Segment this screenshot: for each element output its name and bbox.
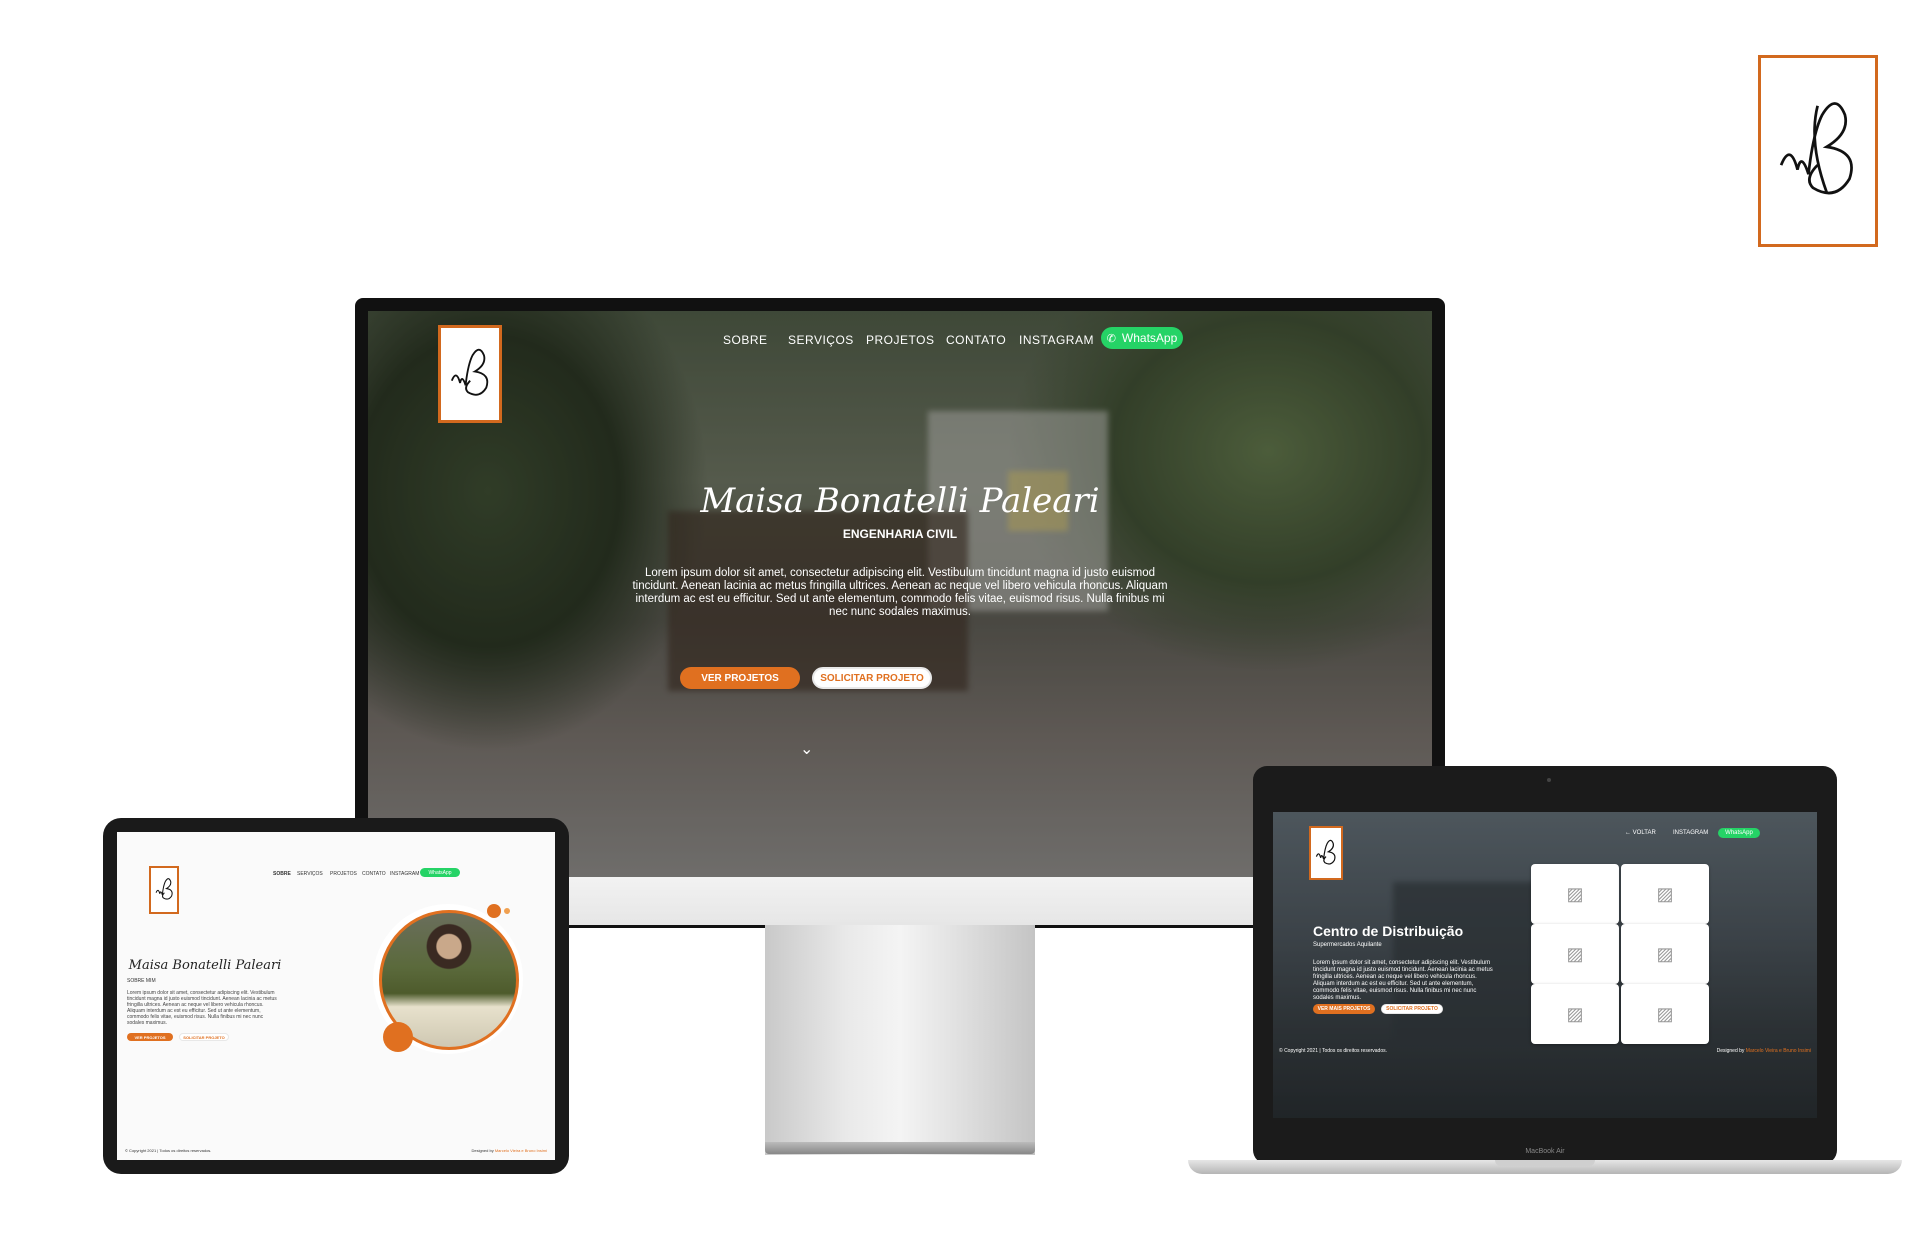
hero-name: Maisa Bonatelli Paleari (700, 481, 1100, 521)
whatsapp-button[interactable]: ✆ WhatsApp (1101, 327, 1183, 349)
site-logo[interactable] (1309, 826, 1343, 880)
whatsapp-button[interactable]: WhatsApp (1718, 828, 1760, 838)
whatsapp-button[interactable]: WhatsApp (420, 868, 460, 877)
project-thumbnail[interactable]: ▨ (1531, 864, 1619, 924)
site-logo[interactable] (438, 325, 502, 423)
laptop-notch (1495, 1160, 1595, 1166)
solicitar-projeto-button[interactable]: SOLICITAR PROJETO (812, 667, 932, 689)
hero-description: Lorem ipsum dolor sit amet, consectetur … (632, 567, 1168, 618)
footer-credits: Designed by Marcelo Vieira e Bruno Insim… (1716, 1048, 1811, 1054)
decor-circle (383, 1022, 413, 1052)
whatsapp-icon: ✆ (1106, 332, 1116, 345)
project-thumbnail[interactable]: ▨ (1531, 984, 1619, 1044)
nav-instagram[interactable]: INSTAGRAM (390, 871, 419, 877)
footer-copyright: © Copyright 2021 | Todos os direitos res… (125, 1148, 212, 1153)
monitor-foot (765, 1142, 1035, 1154)
project-client: Supermercados Aquilante (1313, 942, 1382, 948)
chevron-down-icon[interactable]: ⌄ (800, 739, 813, 759)
nav-projetos[interactable]: PROJETOS (866, 333, 934, 347)
nav-sobre[interactable]: SOBRE (723, 333, 768, 347)
decor-circle (504, 908, 510, 914)
nav-instagram[interactable]: INSTAGRAM (1019, 333, 1094, 347)
hero-subtitle: ENGENHARIA CIVIL (842, 527, 958, 541)
image-placeholder-icon: ▨ (1566, 1003, 1584, 1024)
signature-logo-icon (1780, 101, 1854, 194)
device-label: MacBook Air (1525, 1148, 1565, 1155)
nav-servicos[interactable]: SERVIÇOS (297, 871, 323, 877)
corner-logo (1758, 55, 1878, 247)
ver-mais-projetos-button[interactable]: VER MAIS PROJETOS (1313, 1004, 1375, 1014)
nav-contato[interactable]: CONTATO (362, 871, 386, 877)
image-placeholder-icon: ▨ (1656, 883, 1674, 904)
nav-projetos[interactable]: PROJETOS (330, 871, 357, 877)
laptop-screen: ← VOLTAR INSTAGRAM WhatsApp Centro de Di… (1273, 812, 1817, 1118)
ver-projetos-button[interactable]: VER PROJETOS (127, 1033, 173, 1041)
signature-logo-icon (1315, 839, 1336, 865)
site-logo[interactable] (149, 866, 179, 914)
about-section-label: SOBRE MIM (127, 978, 156, 984)
project-title: Centro de Distribuição (1313, 923, 1464, 939)
nav-voltar[interactable]: ← VOLTAR (1625, 830, 1656, 836)
arrow-left-icon: ← (1625, 830, 1631, 836)
camera-dot (1547, 778, 1551, 782)
image-placeholder-icon: ▨ (1566, 943, 1584, 964)
ver-projetos-button[interactable]: VER PROJETOS (680, 667, 800, 689)
tablet-screen: SOBRE SERVIÇOS PROJETOS CONTATO INSTAGRA… (117, 832, 555, 1160)
solicitar-projeto-button[interactable]: SOLICITAR PROJETO (179, 1033, 229, 1041)
project-thumbnail[interactable]: ▨ (1621, 924, 1709, 984)
footer-credits: Designed by Marcelo Vieira e Bruno Insim… (471, 1148, 547, 1153)
signature-logo-icon (450, 348, 489, 396)
image-placeholder-icon: ▨ (1656, 1003, 1674, 1024)
decor-circle (487, 904, 501, 918)
signature-logo-icon (155, 878, 173, 901)
image-placeholder-icon: ▨ (1566, 883, 1584, 904)
monitor-stand (765, 925, 1035, 1155)
project-description: Lorem ipsum dolor sit amet, consectetur … (1313, 960, 1493, 1001)
project-thumbnail[interactable]: ▨ (1531, 924, 1619, 984)
solicitar-projeto-button[interactable]: SOLICITAR PROJETO (1381, 1004, 1443, 1014)
nav-sobre[interactable]: SOBRE (273, 871, 291, 877)
footer-copyright: © Copyright 2021 | Todos os direitos res… (1279, 1048, 1388, 1054)
about-description: Lorem ipsum dolor sit amet, consectetur … (127, 990, 277, 1026)
image-placeholder-icon: ▨ (1656, 943, 1674, 964)
nav-instagram[interactable]: INSTAGRAM (1673, 830, 1708, 836)
project-thumbnail[interactable]: ▨ (1621, 984, 1709, 1044)
nav-contato[interactable]: CONTATO (946, 333, 1006, 347)
about-name: Maisa Bonatelli Paleari (128, 958, 282, 973)
project-thumbnail[interactable]: ▨ (1621, 864, 1709, 924)
nav-servicos[interactable]: SERVIÇOS (788, 333, 854, 347)
